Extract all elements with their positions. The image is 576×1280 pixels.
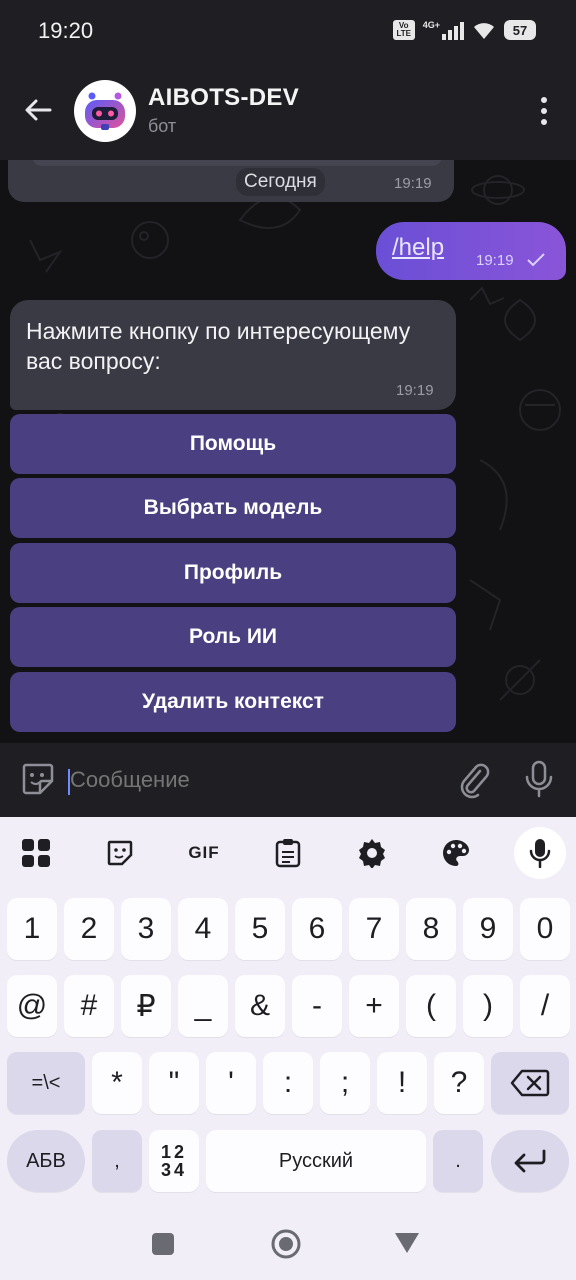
key-2[interactable]: 2: [64, 898, 114, 960]
sticker-icon[interactable]: [20, 761, 56, 797]
enter-icon: [514, 1149, 546, 1173]
incoming-message-text: Нажмите кнопку по интересующему вас вопр…: [26, 318, 411, 374]
key-enter[interactable]: [491, 1130, 569, 1192]
key-numpad-toggle[interactable]: 12 34: [149, 1130, 199, 1192]
key-backspace[interactable]: [491, 1052, 569, 1114]
message-input[interactable]: [70, 767, 430, 793]
date-separator: Сегодня: [236, 168, 325, 196]
key-letters-mode[interactable]: АБВ: [7, 1130, 85, 1192]
signal-icon: 4G+: [423, 20, 464, 40]
volte-icon: Vo LTE: [392, 20, 415, 40]
inline-button-ai-role[interactable]: Роль ИИ: [10, 607, 456, 667]
paperclip-icon[interactable]: [456, 761, 490, 799]
key-open-paren[interactable]: (: [406, 975, 456, 1037]
network-type: 4G+: [422, 20, 440, 30]
status-time: 19:20: [38, 18, 94, 43]
key-0[interactable]: 0: [520, 898, 570, 960]
chat-title[interactable]: AIBOTS-DEV: [148, 84, 299, 112]
key-space[interactable]: Русский: [206, 1130, 426, 1192]
key-question[interactable]: ?: [434, 1052, 484, 1114]
home-circle-icon[interactable]: [270, 1228, 302, 1260]
gif-label: GIF: [188, 843, 220, 862]
inline-button-delete-context[interactable]: Удалить контекст: [10, 672, 456, 732]
key-slash[interactable]: /: [520, 975, 570, 1037]
previous-message-time: 19:19: [394, 175, 432, 192]
key-close-paren[interactable]: ): [463, 975, 513, 1037]
key-asterisk[interactable]: *: [92, 1052, 142, 1114]
key-more-symbols[interactable]: =\<: [7, 1052, 85, 1114]
key-1[interactable]: 1: [7, 898, 57, 960]
theme-palette-icon[interactable]: [434, 831, 478, 875]
key-period[interactable]: .: [433, 1130, 483, 1192]
key-hash[interactable]: #: [64, 975, 114, 1037]
key-5[interactable]: 5: [235, 898, 285, 960]
key-8[interactable]: 8: [406, 898, 456, 960]
key-comma[interactable]: ,: [92, 1130, 142, 1192]
emoji-sticker-icon[interactable]: [98, 831, 142, 875]
clipboard-icon[interactable]: [266, 831, 310, 875]
key-ruble[interactable]: ₽: [121, 975, 171, 1037]
key-minus[interactable]: -: [292, 975, 342, 1037]
inline-button-help[interactable]: Помощь: [10, 414, 456, 474]
key-4[interactable]: 4: [178, 898, 228, 960]
key-7[interactable]: 7: [349, 898, 399, 960]
status-bar: 19:20 Vo LTE 4G+ 57: [0, 0, 576, 60]
battery-icon: 57: [504, 20, 536, 40]
gif-button[interactable]: GIF: [182, 831, 226, 875]
key-apostrophe[interactable]: ': [206, 1052, 256, 1114]
outgoing-message-time: 19:19: [476, 252, 514, 269]
status-icons: Vo LTE 4G+ 57: [392, 18, 536, 42]
robot-logo-icon: [85, 92, 125, 130]
back-arrow-icon[interactable]: [22, 94, 54, 126]
key-exclamation[interactable]: !: [377, 1052, 427, 1114]
chat-header: AIBOTS-DEV бот: [0, 60, 576, 160]
more-vert-icon[interactable]: [540, 96, 548, 126]
back-triangle-icon[interactable]: [394, 1232, 420, 1254]
inline-button-profile[interactable]: Профиль: [10, 543, 456, 603]
message-input-bar: [0, 743, 576, 817]
key-9[interactable]: 9: [463, 898, 513, 960]
keyboard-mic-icon: [529, 839, 551, 868]
microphone-icon[interactable]: [522, 759, 556, 799]
apps-grid-icon[interactable]: [14, 831, 58, 875]
backspace-icon: [510, 1069, 550, 1097]
key-at[interactable]: @: [7, 975, 57, 1037]
outgoing-message-text[interactable]: /help: [392, 234, 444, 262]
recents-square-icon[interactable]: [152, 1233, 174, 1255]
inline-button-choose-model[interactable]: Выбрать модель: [10, 478, 456, 538]
voice-input-button[interactable]: [514, 827, 566, 879]
key-ampersand[interactable]: &: [235, 975, 285, 1037]
previous-message-bubble: [8, 160, 454, 202]
key-3[interactable]: 3: [121, 898, 171, 960]
chat-subtitle: бот: [148, 116, 177, 136]
key-underscore[interactable]: _: [178, 975, 228, 1037]
key-6[interactable]: 6: [292, 898, 342, 960]
key-semicolon[interactable]: ;: [320, 1052, 370, 1114]
incoming-message-time: 19:19: [396, 382, 434, 399]
key-plus[interactable]: +: [349, 975, 399, 1037]
settings-gear-icon[interactable]: [350, 831, 394, 875]
key-double-quote[interactable]: ": [149, 1052, 199, 1114]
keyboard-toolbar: GIF: [0, 817, 576, 887]
wifi-icon: [474, 23, 494, 39]
bot-avatar[interactable]: [74, 80, 136, 142]
sent-check-icon: [527, 253, 545, 267]
numpad-label: 12 34: [160, 1142, 188, 1180]
key-colon[interactable]: :: [263, 1052, 313, 1114]
